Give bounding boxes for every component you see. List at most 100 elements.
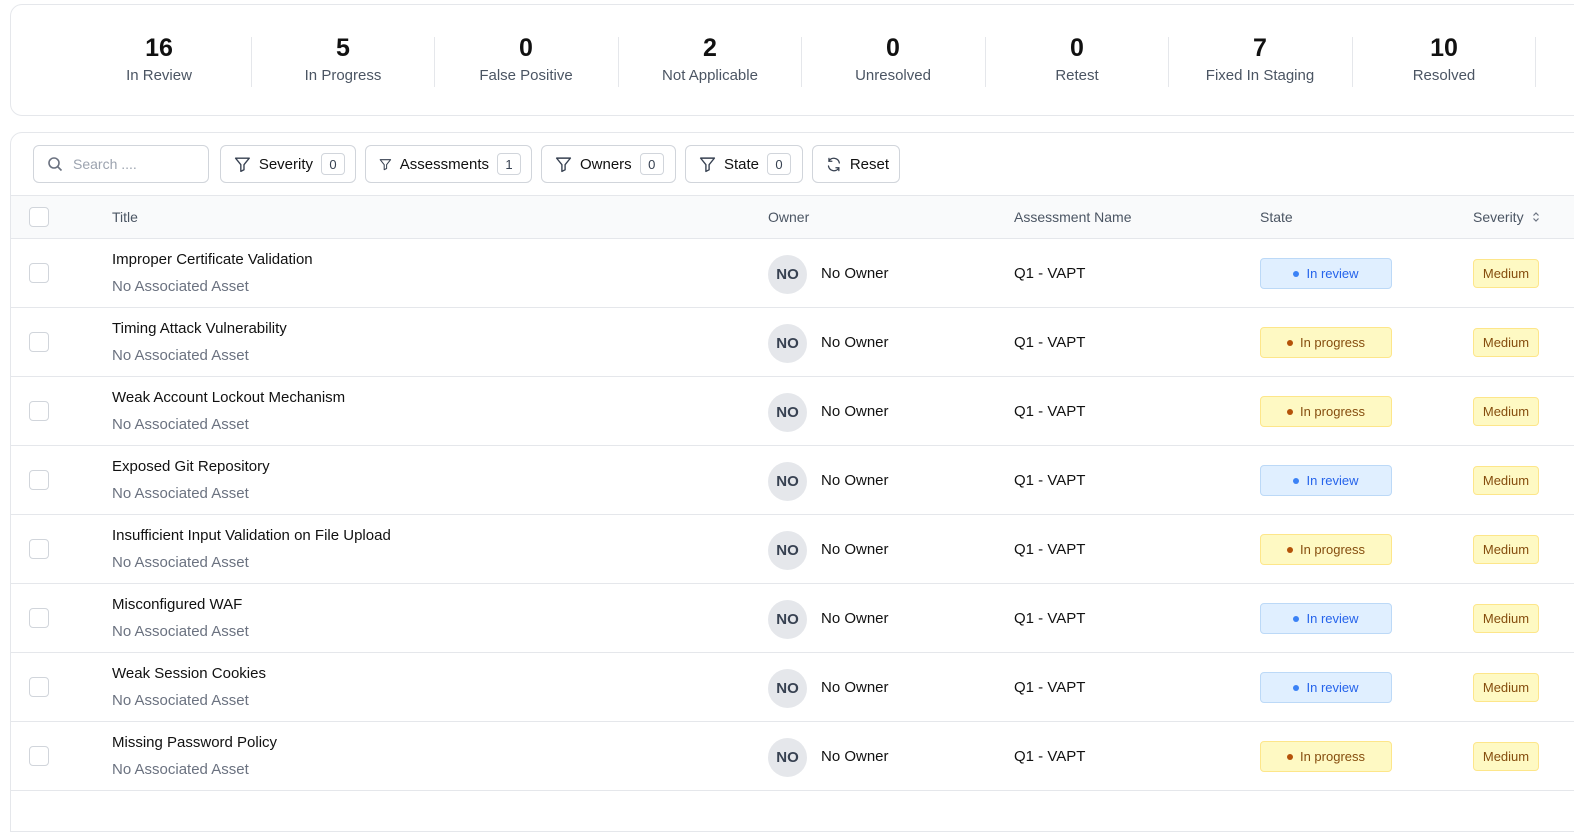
stat-fixed-in-staging[interactable]: 7 Fixed In Staging: [1168, 33, 1352, 85]
table-row[interactable]: Improper Certificate Validation No Associ…: [11, 239, 1574, 308]
state-badge: In review: [1260, 603, 1392, 634]
severity-badge: Medium: [1473, 466, 1539, 495]
severity-badge: Medium: [1473, 397, 1539, 426]
state-badge: In review: [1260, 258, 1392, 289]
stat-not-applicable[interactable]: 2 Not Applicable: [618, 33, 802, 85]
status-dot-icon: [1293, 477, 1300, 484]
select-all-checkbox[interactable]: [29, 207, 49, 227]
finding-title[interactable]: Improper Certificate Validation: [112, 251, 313, 268]
state-label: In review: [1306, 680, 1359, 695]
table-row[interactable]: Weak Session Cookies No Associated Asset N…: [11, 653, 1574, 722]
column-header-owner[interactable]: Owner: [768, 209, 809, 225]
row-checkbox[interactable]: [29, 401, 49, 421]
state-label: In review: [1306, 266, 1359, 281]
reset-button[interactable]: Reset: [812, 145, 900, 183]
finding-title[interactable]: Missing Password Policy: [112, 734, 277, 751]
status-dot-icon: [1293, 615, 1300, 622]
state-label: In progress: [1299, 404, 1366, 419]
stat-label: False Positive: [479, 67, 573, 84]
table-row[interactable]: Weak Account Lockout Mechanism No Associa…: [11, 377, 1574, 446]
column-header-title[interactable]: Title: [112, 209, 138, 225]
table-row[interactable]: Exposed Git Repository No Associated Asse…: [11, 446, 1574, 515]
divider: [1535, 37, 1536, 87]
stat-resolved[interactable]: 10 Resolved: [1352, 33, 1536, 85]
state-filter-button[interactable]: State 0: [685, 145, 803, 183]
state-badge: In progress: [1260, 396, 1392, 427]
sort-icon[interactable]: [1531, 211, 1541, 223]
stat-value: 5: [336, 34, 350, 62]
severity-badge: Medium: [1473, 604, 1539, 633]
column-header-assessment[interactable]: Assessment Name: [1014, 209, 1131, 225]
avatar: NO: [768, 393, 807, 432]
table-row[interactable]: Missing Password Policy No Associated Ass…: [11, 722, 1574, 791]
table-row[interactable]: Timing Attack Vulnerability No Associated…: [11, 308, 1574, 377]
table-row[interactable]: Misconfigured WAF No Associated Asset NO No…: [11, 584, 1574, 653]
owners-filter-button[interactable]: Owners 0: [541, 145, 676, 183]
finding-title[interactable]: Weak Account Lockout Mechanism: [112, 389, 345, 406]
state-label: In progress: [1299, 749, 1366, 764]
assessments-filter-button[interactable]: Assessments 1: [365, 145, 532, 183]
filter-label: Severity: [258, 155, 313, 173]
row-checkbox[interactable]: [29, 677, 49, 697]
finding-title[interactable]: Exposed Git Repository: [112, 458, 270, 475]
assessment-name: Q1 - VAPT: [1014, 334, 1086, 351]
status-dot-icon: [1293, 270, 1300, 277]
row-checkbox[interactable]: [29, 263, 49, 283]
finding-asset: No Associated Asset: [112, 692, 249, 709]
stat-unresolved[interactable]: 0 Unresolved: [801, 33, 985, 85]
avatar: NO: [768, 600, 807, 639]
severity-badge: Medium: [1473, 259, 1539, 288]
stat-value: 0: [1070, 34, 1084, 62]
stat-retest[interactable]: 0 Retest: [985, 33, 1169, 85]
state-label: In review: [1306, 473, 1359, 488]
row-checkbox[interactable]: [29, 332, 49, 352]
stat-label: In Review: [126, 67, 192, 84]
refresh-icon: [827, 157, 840, 171]
stat-false-positive[interactable]: 0 False Positive: [434, 33, 618, 85]
row-checkbox[interactable]: [29, 746, 49, 766]
finding-asset: No Associated Asset: [112, 623, 249, 640]
finding-asset: No Associated Asset: [112, 554, 249, 571]
stat-in-progress[interactable]: 5 In Progress: [251, 33, 435, 85]
stat-label: Resolved: [1412, 67, 1476, 84]
state-label: In review: [1306, 611, 1359, 626]
table-row[interactable]: Insufficient Input Validation on File Up…: [11, 515, 1574, 584]
severity-badge: Medium: [1473, 328, 1539, 357]
avatar: NO: [768, 669, 807, 708]
finding-title[interactable]: Insufficient Input Validation on File Up…: [112, 527, 391, 544]
finding-title[interactable]: Weak Session Cookies: [112, 665, 266, 682]
owner-name: No Owner: [821, 541, 889, 558]
table-header: Title Owner Assessment Name State Severi…: [11, 195, 1574, 239]
search-box[interactable]: [33, 145, 209, 183]
row-checkbox[interactable]: [29, 539, 49, 559]
assessment-name: Q1 - VAPT: [1014, 679, 1086, 696]
search-input[interactable]: [73, 156, 193, 172]
state-badge: In progress: [1260, 327, 1392, 358]
column-header-state[interactable]: State: [1260, 209, 1293, 225]
finding-title[interactable]: Misconfigured WAF: [112, 596, 242, 613]
finding-title[interactable]: Timing Attack Vulnerability: [112, 320, 287, 337]
severity-filter-button[interactable]: Severity 0: [220, 145, 356, 183]
status-dot-icon: [1286, 408, 1293, 415]
owner-name: No Owner: [821, 748, 889, 765]
state-badge: In progress: [1260, 534, 1392, 565]
column-header-severity[interactable]: Severity: [1473, 209, 1541, 225]
filter-label: State: [724, 155, 760, 173]
row-checkbox[interactable]: [29, 470, 49, 490]
owner-name: No Owner: [821, 334, 889, 351]
stat-in-review[interactable]: 16 In Review: [67, 33, 251, 85]
status-dot-icon: [1286, 753, 1293, 760]
stat-label: Fixed In Staging: [1205, 67, 1315, 84]
filter-icon: [234, 157, 250, 172]
owner-name: No Owner: [821, 679, 889, 696]
owner-name: No Owner: [821, 265, 889, 282]
stat-value: 0: [886, 34, 900, 62]
filter-count-badge: 0: [767, 153, 792, 175]
severity-badge: Medium: [1473, 673, 1539, 702]
finding-asset: No Associated Asset: [112, 416, 249, 433]
reset-label: Reset: [849, 155, 889, 173]
row-checkbox[interactable]: [29, 608, 49, 628]
assessment-name: Q1 - VAPT: [1014, 541, 1086, 558]
state-badge: In progress: [1260, 741, 1392, 772]
filter-icon: [555, 156, 572, 172]
